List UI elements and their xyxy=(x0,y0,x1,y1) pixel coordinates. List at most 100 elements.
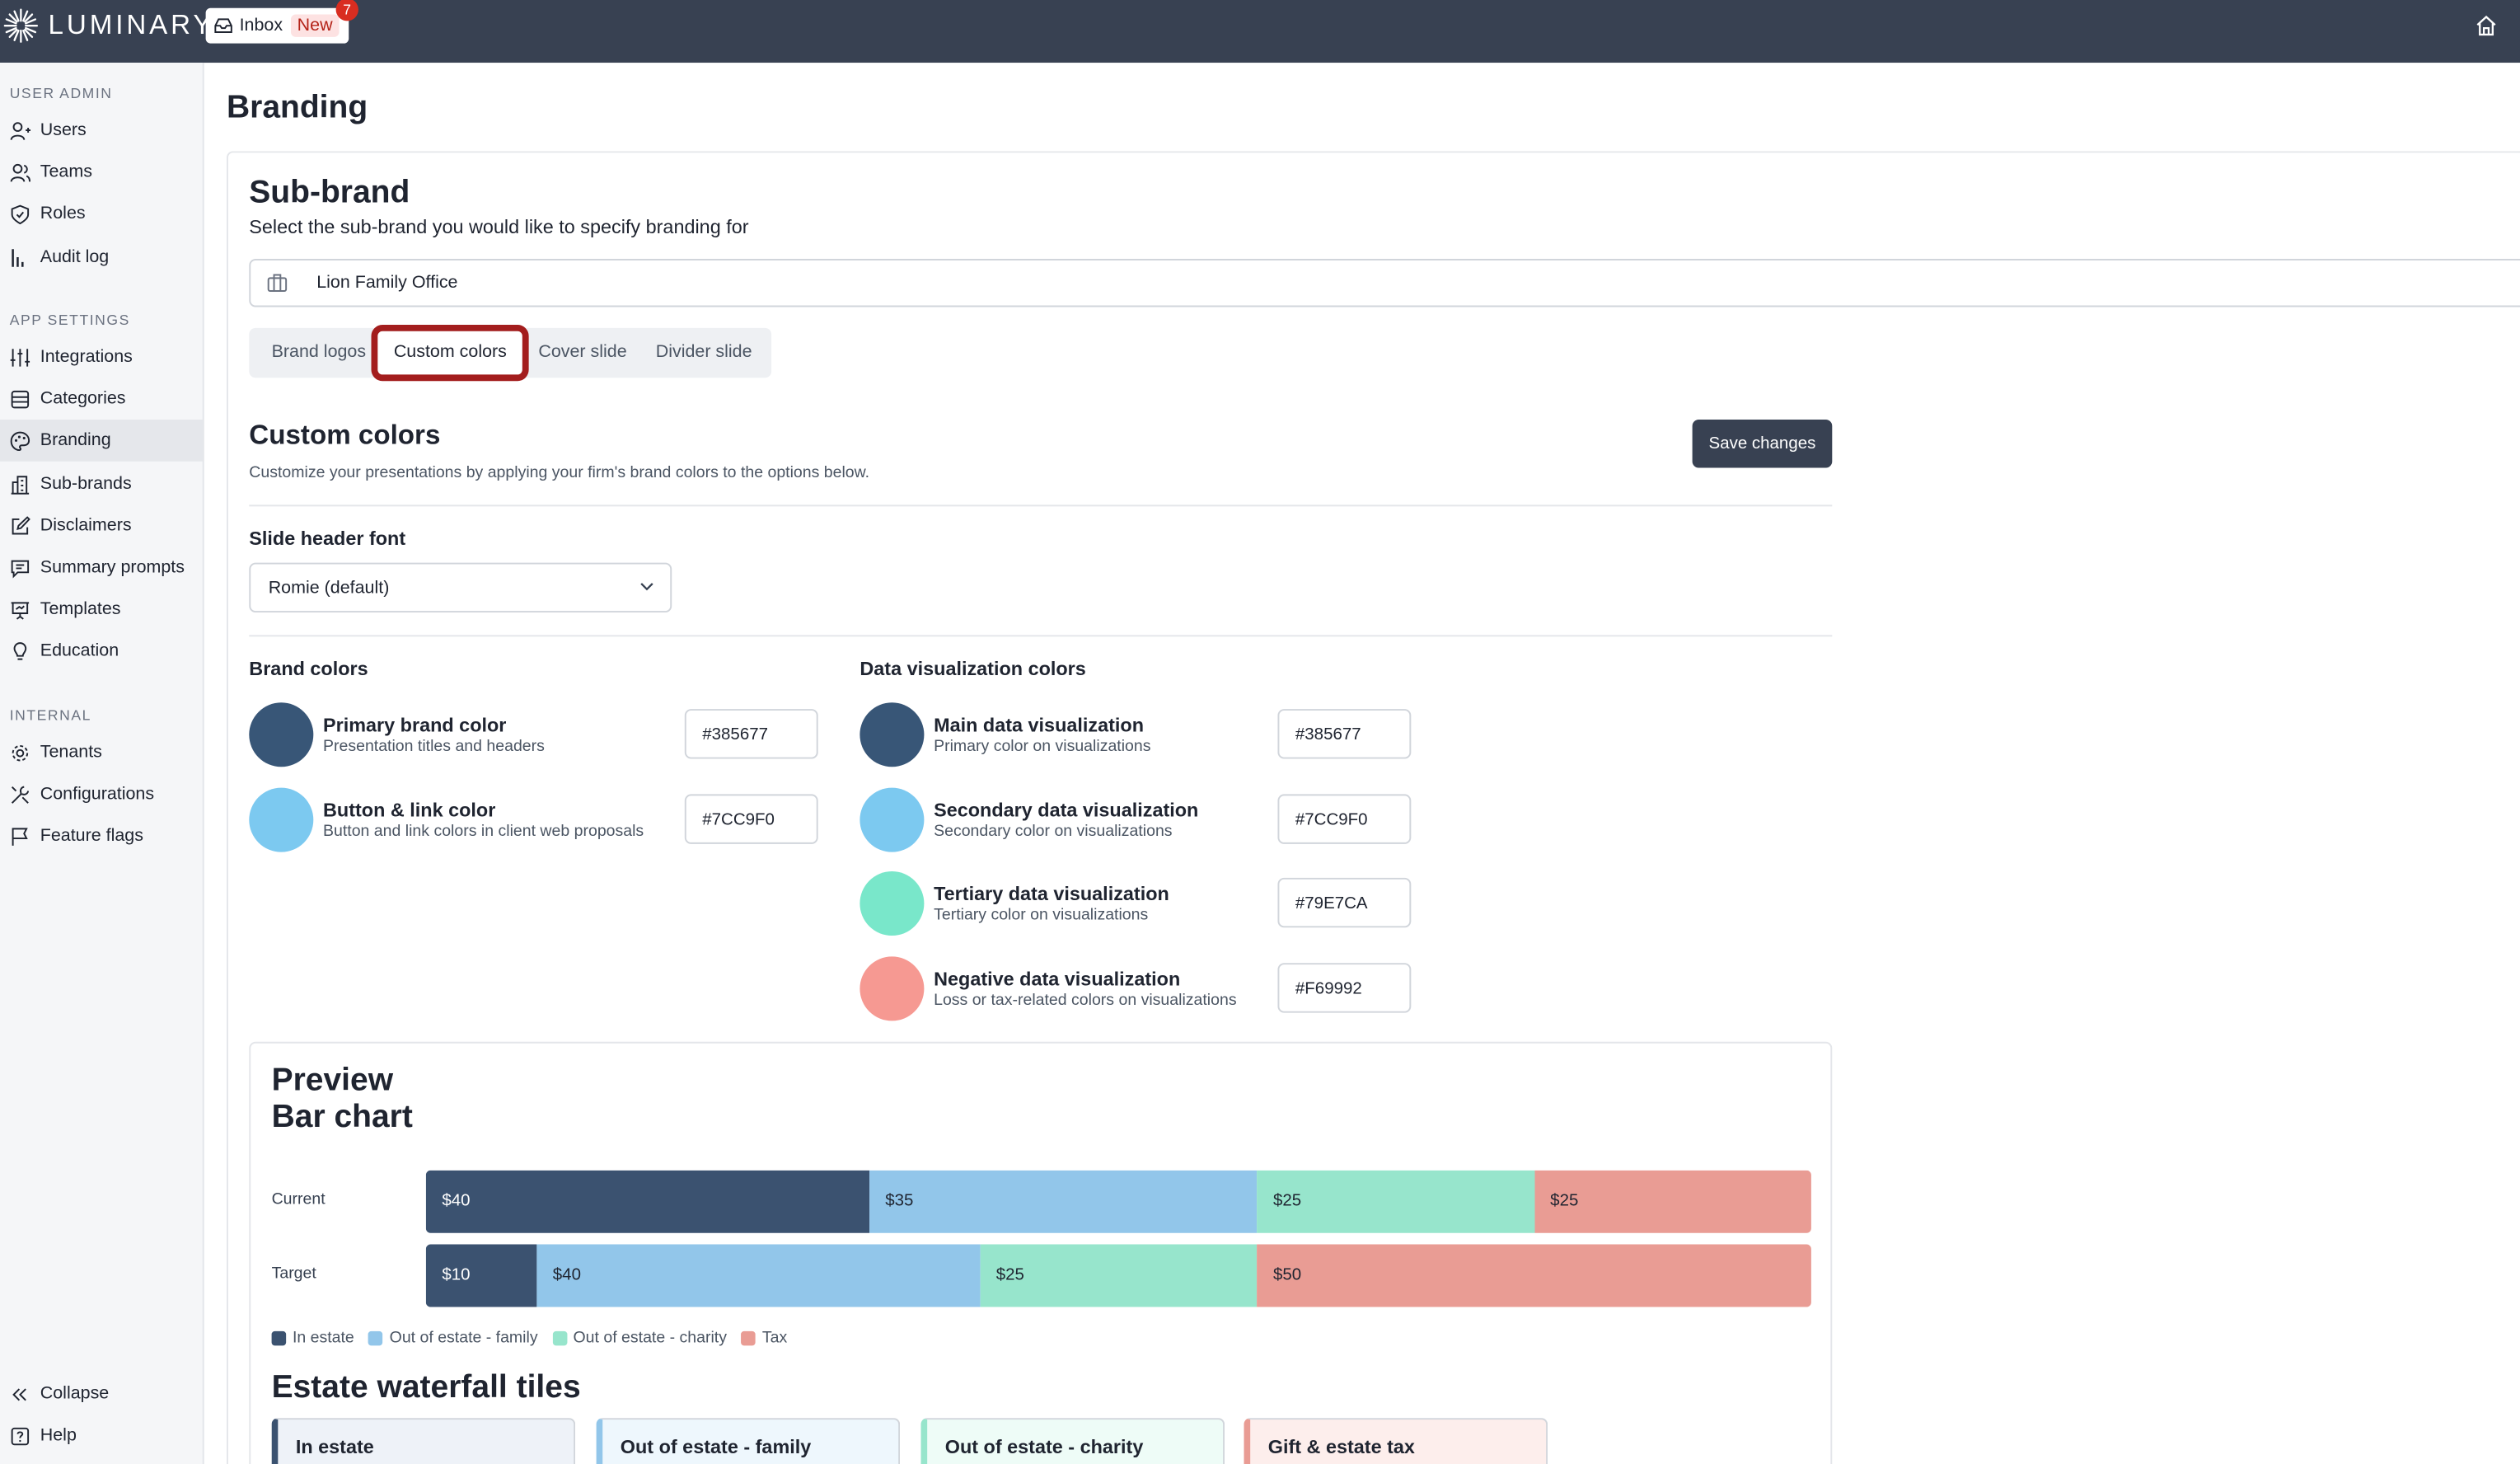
legend-item: Out of estate - charity xyxy=(552,1330,727,1347)
gear-icon xyxy=(12,744,29,761)
sidebar-item-integrations[interactable]: Integrations xyxy=(0,336,204,378)
secondary-data-viz-input[interactable] xyxy=(1277,794,1412,844)
primary-brand-color-input[interactable] xyxy=(684,709,818,759)
color-swatch[interactable] xyxy=(249,702,314,767)
preview-title: Preview Bar chart xyxy=(271,1063,413,1135)
legend-swatch xyxy=(271,1330,287,1346)
home-button[interactable] xyxy=(2475,15,2497,45)
sub-brand-title: Sub-brand xyxy=(249,175,410,211)
tile-out-of-estate-family: Out of estate - family xyxy=(596,1418,901,1464)
sunburst-icon xyxy=(3,8,39,43)
collapse-button[interactable]: Collapse xyxy=(0,1373,204,1415)
primary-brand-color-row: Primary brand color Presentation titles … xyxy=(249,702,819,767)
tertiary-data-viz-input[interactable] xyxy=(1277,877,1412,928)
secondary-data-viz-row: Secondary data visualization Secondary c… xyxy=(860,787,1414,852)
bar-label-current: Current xyxy=(271,1191,326,1209)
section-app-settings: APP SETTINGS xyxy=(9,312,130,328)
custom-colors-title: Custom colors xyxy=(249,420,441,451)
sidebar-item-disclaimers[interactable]: Disclaimers xyxy=(0,504,204,547)
shield-icon xyxy=(11,204,30,224)
legend-label: Tax xyxy=(761,1329,788,1348)
bar-segment: $25 xyxy=(1257,1170,1534,1233)
inbox-button[interactable]: Inbox New 7 xyxy=(205,0,358,44)
tile-gift-estate-tax: Gift & estate tax xyxy=(1244,1418,1548,1464)
sidebar-item-branding[interactable]: Branding xyxy=(0,420,204,462)
team-icon xyxy=(10,162,31,181)
negative-data-viz-row: Negative data visualization Loss or tax-… xyxy=(860,956,1414,1021)
font-value: Romie (default) xyxy=(268,578,390,598)
color-swatch[interactable] xyxy=(860,787,925,852)
bar-current: $40 $35 $25 $25 xyxy=(425,1170,1811,1233)
section-internal: INTERNAL xyxy=(9,707,92,724)
tile-in-estate: In estate xyxy=(271,1418,576,1464)
bulb-icon xyxy=(13,641,27,659)
chart-legend: In estate Out of estate - family Out of es… xyxy=(271,1329,802,1348)
sidebar: USER ADMIN Users Teams Roles Audit log A… xyxy=(0,63,204,1464)
home-icon xyxy=(2476,15,2496,36)
tab-custom-colors[interactable]: Custom colors xyxy=(371,324,530,382)
sidebar-item-education[interactable]: Education xyxy=(0,631,204,673)
divider xyxy=(249,635,1833,637)
legend-swatch xyxy=(368,1330,383,1346)
save-changes-button[interactable]: Save changes xyxy=(1692,420,1833,468)
color-swatch[interactable] xyxy=(249,787,314,852)
branding-tabs: Brand logos Custom colors Cover slide Di… xyxy=(249,324,772,382)
color-swatch[interactable] xyxy=(860,702,925,767)
sidebar-item-sub-brands[interactable]: Sub-brands xyxy=(0,463,204,505)
flag-icon xyxy=(12,827,28,845)
legend-item: In estate xyxy=(271,1330,354,1347)
sliders-icon xyxy=(10,348,30,366)
button-link-color-input[interactable] xyxy=(684,794,818,844)
bar-segment: $10 xyxy=(425,1244,537,1307)
slide-header-font-label: Slide header font xyxy=(249,527,406,550)
bar-segment: $40 xyxy=(425,1170,869,1233)
bar-segment: $40 xyxy=(536,1244,981,1307)
section-user-admin: USER ADMIN xyxy=(9,85,113,101)
legend-label: Out of estate - family xyxy=(389,1329,538,1348)
chat-icon xyxy=(11,559,30,578)
sidebar-item-teams[interactable]: Teams xyxy=(0,151,204,193)
main-data-viz-row: Main data visualization Primary color on… xyxy=(860,702,1414,767)
inbox-count-badge: 7 xyxy=(335,0,358,21)
color-swatch[interactable] xyxy=(860,871,925,936)
main-data-viz-input[interactable] xyxy=(1277,709,1412,759)
list-icon xyxy=(11,389,30,408)
sidebar-item-feature-flags[interactable]: Feature flags xyxy=(0,815,204,857)
page-title: Branding xyxy=(226,90,368,126)
tab-brand-logos[interactable]: Brand logos xyxy=(272,328,367,378)
sidebar-item-templates[interactable]: Templates xyxy=(0,589,204,631)
sidebar-item-summary-prompts[interactable]: Summary prompts xyxy=(0,547,204,589)
negative-data-viz-input[interactable] xyxy=(1277,963,1412,1013)
sidebar-item-configurations[interactable]: Configurations xyxy=(0,773,204,815)
top-bar: LUMINARY Inbox New 7 xyxy=(0,0,2520,63)
inbox-icon xyxy=(214,18,232,33)
sidebar-item-categories[interactable]: Categories xyxy=(0,378,204,420)
sidebar-item-roles[interactable]: Roles xyxy=(0,193,204,235)
edit-icon xyxy=(12,515,30,534)
tab-divider-slide[interactable]: Divider slide xyxy=(656,328,752,378)
main-content: Branding Sub-brand Select the sub-brand … xyxy=(204,63,2520,1464)
slide-header-font-select[interactable]: Romie (default) xyxy=(249,562,672,613)
legend-item: Out of estate - family xyxy=(368,1329,538,1348)
new-badge: New xyxy=(290,14,340,37)
sidebar-item-tenants[interactable]: Tenants xyxy=(0,731,204,773)
sub-brand-select[interactable]: Lion Family Office xyxy=(249,258,2520,307)
sidebar-item-audit-log[interactable]: Audit log xyxy=(0,237,204,279)
sidebar-item-users[interactable]: Users xyxy=(0,110,204,152)
tools-icon xyxy=(11,785,30,803)
color-swatch[interactable] xyxy=(860,956,925,1021)
help-button[interactable]: Help xyxy=(0,1415,204,1457)
palette-icon xyxy=(10,430,30,451)
luminary-logo[interactable]: LUMINARY xyxy=(3,8,215,44)
sub-brand-value: Lion Family Office xyxy=(316,273,458,293)
tab-cover-slide[interactable]: Cover slide xyxy=(538,328,626,378)
bar-segment: $25 xyxy=(980,1244,1258,1307)
presentation-icon xyxy=(11,601,30,619)
divider xyxy=(249,504,1833,507)
users-icon xyxy=(10,121,31,139)
legend-swatch xyxy=(741,1330,756,1346)
help-icon xyxy=(11,1426,30,1445)
legend-item: Tax xyxy=(741,1329,788,1348)
chevron-down-icon xyxy=(640,583,653,591)
briefcase-icon xyxy=(267,274,288,292)
